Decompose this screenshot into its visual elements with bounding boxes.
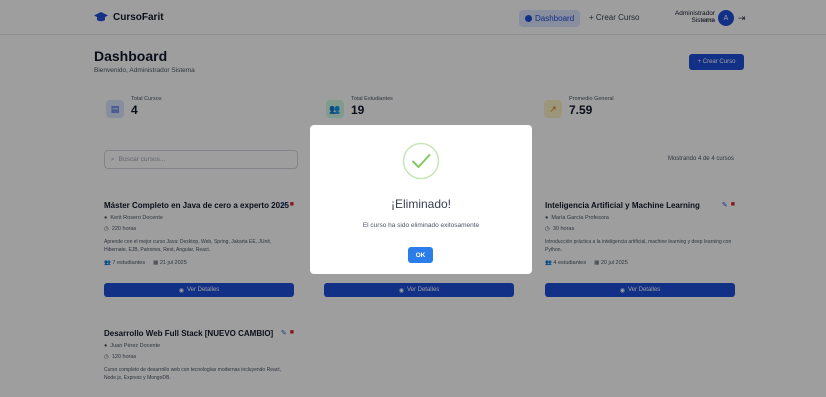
dialog-title: ¡Eliminado! xyxy=(390,197,452,211)
success-check-icon xyxy=(402,142,440,180)
success-dialog: ¡Eliminado! El curso ha sido eliminado e… xyxy=(310,125,532,274)
ok-button[interactable]: OK xyxy=(408,247,433,263)
dialog-message: El curso ha sido eliminado exitosamente xyxy=(362,222,480,229)
